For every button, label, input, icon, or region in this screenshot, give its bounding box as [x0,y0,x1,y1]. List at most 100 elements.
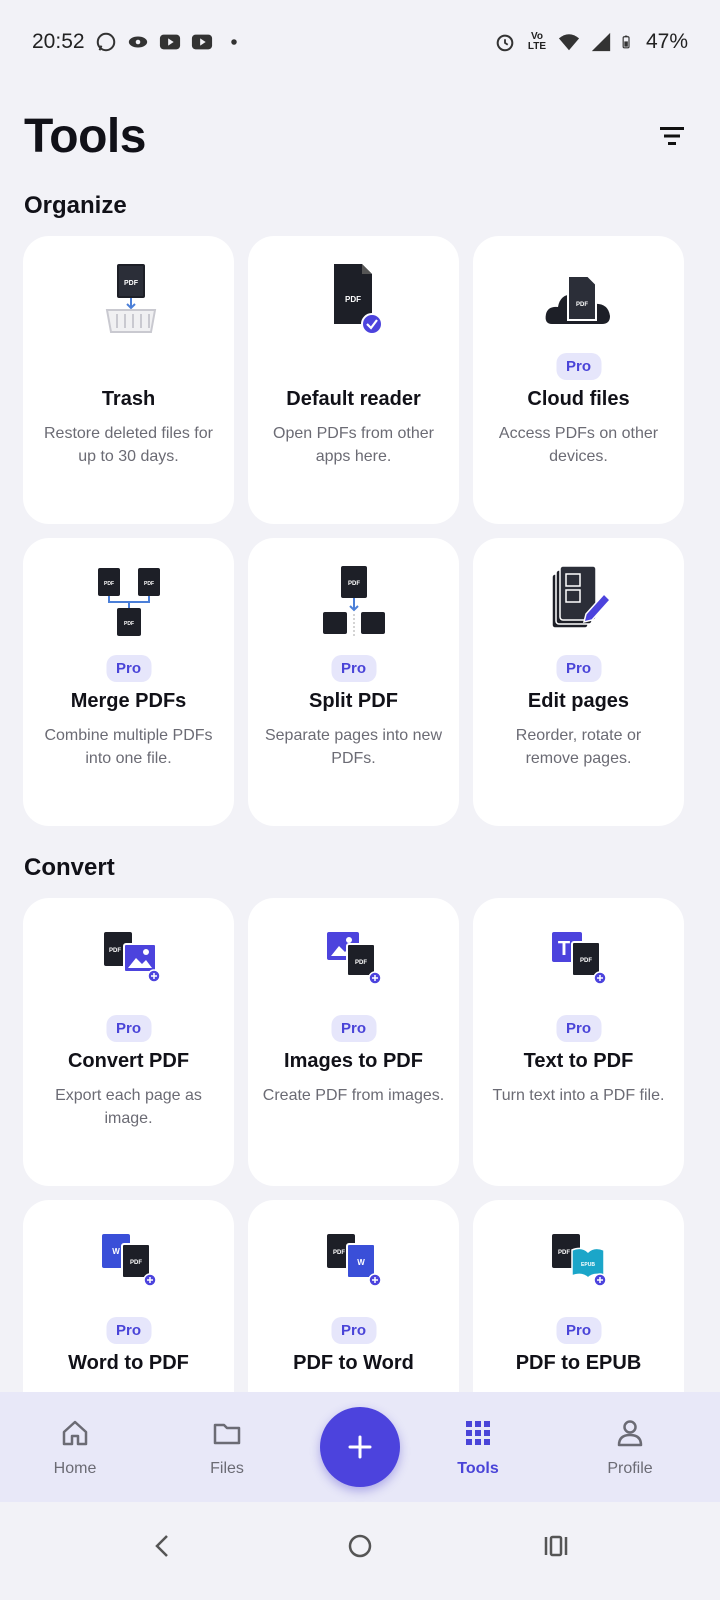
system-home-button[interactable] [332,1518,388,1574]
status-bar: 20:52 Vo LTE 47% [0,0,720,84]
tool-name: Default reader [286,388,421,410]
tool-name: Edit pages [527,690,630,712]
tool-name: Merge PDFs [70,690,187,712]
pro-badge: Pro [105,655,152,682]
tool-name: Convert PDF [67,1050,190,1072]
tool-card-convert-pdf[interactable]: PDF Pro Convert PDF Export each page as … [23,898,234,1186]
tool-description: Combine multiple PDFs into one file. [44,727,213,767]
page-header: Tools [24,104,696,168]
recents-icon [544,1535,568,1557]
circle-home-icon [348,1534,372,1558]
pro-badge: Pro [555,655,602,682]
battery-icon [622,35,630,49]
tool-card-trash[interactable]: PDF Trash Restore deleted files for up t… [23,236,234,524]
text-to-pdf-letter: T [557,938,569,960]
home-icon [62,1420,88,1446]
tool-card-merge-pdfs[interactable]: PDF PDF PDF Pro Merge PDFs Combine multi… [23,538,234,826]
tool-card-text-to-pdf[interactable]: T PDF Pro Text to PDF Turn text into a P… [473,898,684,1186]
nav-profile[interactable]: Profile [570,1416,690,1478]
split-pdf-icon: PDF [322,566,385,636]
pro-badge: Pro [330,1015,377,1042]
default-reader-pdf-label: PDF [345,295,361,304]
cloud-pdf-label: PDF [576,302,588,308]
tool-name: PDF to EPUB [515,1352,642,1374]
pdf-to-word-label: PDF [333,1250,345,1256]
whatsapp-icon [96,32,115,52]
filter-button[interactable] [648,112,696,160]
status-time: 20:52 [32,30,85,53]
grid-icon [466,1421,490,1445]
section-organize-title: Organize [24,192,127,219]
folder-icon [213,1423,241,1445]
tool-description: Reorder, rotate or remove pages. [515,727,642,767]
nav-tools-label: Tools [457,1460,499,1477]
tool-description: Access PDFs on other devices. [498,425,659,465]
wifi-icon [558,34,580,51]
pro-badge: Pro [330,1317,377,1344]
merge-pdf-icon: PDF PDF PDF [97,568,160,636]
nav-tools[interactable]: Tools [418,1416,538,1478]
plus-icon [348,1435,372,1459]
tool-description: Create PDF from images. [262,1087,445,1104]
images-to-pdf-label: PDF [355,960,367,966]
merge-pdf-label: PDF [144,581,154,587]
nav-home[interactable]: Home [15,1416,135,1478]
system-navigation-bar [0,1502,720,1600]
pdf-to-word-letter: W [357,1258,365,1267]
tool-description: Open PDFs from other apps here. [273,425,434,465]
tool-card-default-reader[interactable]: PDF Default reader Open PDFs from other … [248,236,459,524]
text-to-pdf-icon: T PDF [551,932,607,985]
trash-pdf-label: PDF [124,280,139,287]
tool-description: Restore deleted files for up to 30 days. [44,425,213,465]
system-back-button[interactable] [134,1518,190,1574]
tool-name: Cloud files [527,388,630,410]
tool-card-edit-pages[interactable]: Pro Edit pages Reorder, rotate or remove… [473,538,684,826]
split-pdf-label: PDF [348,581,360,587]
word-to-pdf-icon: W PDF [101,1234,157,1287]
text-to-pdf-label: PDF [580,958,592,964]
tool-card-cloud-files[interactable]: PDF Pro Cloud files Access PDFs on other… [473,236,684,524]
pro-badge: Pro [555,1015,602,1042]
nav-files[interactable]: Files [167,1416,287,1478]
battery-percent: 47% [645,30,688,53]
pro-badge: Pro [105,1015,152,1042]
tool-card-split-pdf[interactable]: PDF Pro Split PDF Separate pages into ne… [248,538,459,826]
merge-pdf-label: PDF [124,621,134,627]
tool-name: PDF to Word [293,1352,414,1374]
tool-card-images-to-pdf[interactable]: PDF Pro Images to PDF Create PDF from im… [248,898,459,1186]
tool-name: Images to PDF [284,1050,423,1072]
add-button[interactable] [320,1407,400,1487]
edit-pages-icon [550,565,611,629]
alarm-icon [496,34,514,52]
page-title: Tools [24,109,146,163]
pro-badge: Pro [555,1317,602,1344]
eye-icon [128,36,147,48]
tool-name: Trash [101,388,156,410]
merge-pdf-label: PDF [104,581,114,587]
trash-pdf-icon: PDF [105,264,156,333]
default-reader-icon: PDF [333,264,383,335]
tool-description: Export each page as image. [55,1087,202,1127]
convert-pdf-label: PDF [109,948,121,954]
tool-name: Split PDF [309,690,398,712]
pdf-to-word-icon: PDF W [326,1234,382,1287]
tool-description: Turn text into a PDF file. [492,1087,665,1104]
section-convert-title: Convert [24,854,115,881]
pdf-to-epub-label: PDF [558,1250,570,1256]
nav-files-label: Files [210,1460,244,1477]
back-icon [155,1535,168,1557]
cellular-signal-icon [591,32,611,52]
tool-name: Word to PDF [68,1352,189,1374]
volte-indicator: Vo LTE [527,31,547,52]
profile-icon [617,1420,643,1447]
pro-badge: Pro [330,655,377,682]
word-to-pdf-letter: W [112,1247,120,1256]
tool-description: Separate pages into new PDFs. [264,727,442,767]
nav-home-label: Home [53,1460,97,1477]
youtube-icon [159,34,180,50]
nav-profile-label: Profile [607,1460,653,1477]
notification-dot-icon [230,39,237,45]
cloud-pdf-icon: PDF [545,275,610,324]
system-recents-button[interactable] [528,1518,584,1574]
pro-badge: Pro [555,353,602,380]
